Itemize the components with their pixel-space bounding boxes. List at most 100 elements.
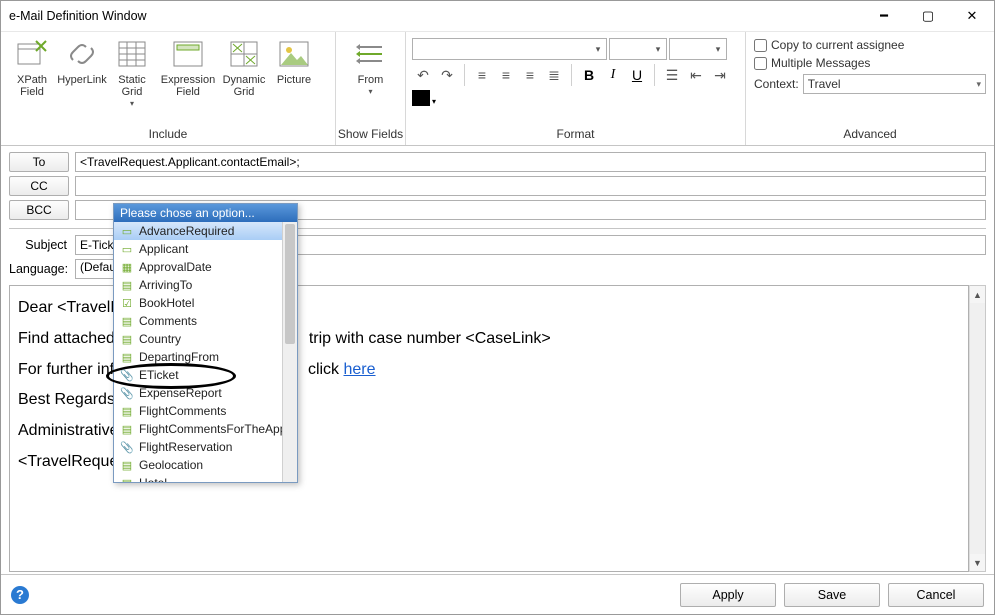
expression-field-label: Expression Field — [161, 74, 215, 98]
bullet-list-button[interactable]: ☰ — [661, 64, 683, 86]
italic-button[interactable]: I — [602, 64, 624, 86]
picture-button[interactable]: Picture — [269, 36, 319, 86]
font-family-combo[interactable]: ▾ — [412, 38, 607, 60]
align-left-button[interactable]: ≡ — [471, 64, 493, 86]
editor-scrollbar[interactable]: ▲ ▼ — [969, 285, 986, 572]
popup-item-label: Country — [139, 332, 181, 346]
cancel-button[interactable]: Cancel — [888, 583, 984, 607]
xpath-field-button[interactable]: XPath Field — [7, 36, 57, 98]
popup-item-label: Comments — [139, 314, 197, 328]
popup-item-advancerequired[interactable]: ▭AdvanceRequired — [114, 222, 297, 240]
align-center-button[interactable]: ≡ — [495, 64, 517, 86]
include-group-label: Include — [1, 124, 335, 145]
popup-item-label: BookHotel — [139, 296, 194, 310]
align-right-button[interactable]: ≡ — [519, 64, 541, 86]
popup-item-flightcommentsfortheappl[interactable]: ▤ FlightCommentsForTheAppl — [114, 420, 297, 438]
underline-button[interactable]: U — [626, 64, 648, 86]
to-button[interactable]: To — [9, 152, 69, 172]
autocomplete-popup: Please chose an option... ▭AdvanceRequir… — [113, 203, 298, 483]
picture-label: Picture — [277, 74, 311, 86]
chevron-down-icon: ▾ — [430, 97, 438, 106]
expression-field-button[interactable]: Expression Field — [157, 36, 219, 98]
save-button[interactable]: Save — [784, 583, 880, 607]
dynamic-grid-button[interactable]: Dynamic Grid — [219, 36, 269, 98]
popup-item-arrivingto[interactable]: ▤ArrivingTo — [114, 276, 297, 294]
popup-item-flightcomments[interactable]: ▤FlightComments — [114, 402, 297, 420]
popup-item-approvaldate[interactable]: ▦ApprovalDate — [114, 258, 297, 276]
cc-button[interactable]: CC — [9, 176, 69, 196]
popup-item-label: Hotel — [139, 476, 167, 482]
dynamic-grid-label: Dynamic Grid — [223, 74, 266, 98]
popup-scrollbar[interactable] — [282, 222, 297, 482]
indent-button[interactable]: ⇥ — [709, 64, 731, 86]
scroll-up-icon[interactable]: ▲ — [970, 286, 985, 303]
hyperlink-icon — [66, 38, 98, 70]
context-label: Context: — [754, 77, 799, 91]
outdent-button[interactable]: ⇤ — [685, 64, 707, 86]
hyperlink-label: HyperLink — [57, 74, 107, 86]
color-swatch-icon — [412, 90, 430, 106]
popup-item-label: DepartingFrom — [139, 350, 219, 364]
field-icon: ▤ — [120, 458, 134, 472]
popup-item-hotel[interactable]: ▤ Hotel — [114, 474, 297, 482]
copy-assignee-checkbox[interactable]: Copy to current assignee — [754, 36, 986, 54]
dynamic-grid-icon — [228, 38, 260, 70]
popup-item-bookhotel[interactable]: ☑BookHotel — [114, 294, 297, 312]
field-icon: ▭ — [120, 224, 134, 238]
popup-item-expensereport[interactable]: 📎ExpenseReport — [114, 384, 297, 402]
from-icon — [355, 38, 387, 70]
popup-item-flightreservation[interactable]: 📎FlightReservation — [114, 438, 297, 456]
chevron-down-icon: ▾ — [650, 44, 666, 55]
static-grid-label: Static Grid — [118, 74, 146, 98]
apply-button[interactable]: Apply — [680, 583, 776, 607]
popup-item-label: Geolocation — [139, 458, 203, 472]
picture-icon — [278, 38, 310, 70]
undo-button[interactable]: ↶ — [412, 64, 434, 86]
to-input[interactable] — [75, 152, 986, 172]
from-label: From — [358, 74, 384, 86]
expression-field-icon — [172, 38, 204, 70]
here-link[interactable]: here — [344, 361, 376, 378]
redo-button[interactable]: ↷ — [436, 64, 458, 86]
hyperlink-button[interactable]: HyperLink — [57, 36, 107, 86]
popup-header: Please chose an option... — [114, 204, 297, 222]
popup-item-eticket[interactable]: 📎ETicket — [114, 366, 297, 384]
font-size-combo[interactable]: ▾ — [609, 38, 667, 60]
field-icon: ▤ — [120, 314, 134, 328]
popup-item-geolocation[interactable]: ▤ Geolocation — [114, 456, 297, 474]
show-fields-group-label: Show Fields — [336, 124, 405, 145]
minimize-button[interactable]: ━ — [862, 1, 906, 31]
bold-button[interactable]: B — [578, 64, 600, 86]
cc-input[interactable] — [75, 176, 986, 196]
attachment-icon: 📎 — [120, 440, 134, 454]
field-icon: ▤ — [120, 476, 134, 482]
scroll-down-icon[interactable]: ▼ — [970, 554, 985, 571]
popup-item-comments[interactable]: ▤ Comments — [114, 312, 297, 330]
from-button[interactable]: From ▾ — [346, 36, 396, 97]
popup-item-label: Applicant — [139, 242, 188, 256]
popup-item-applicant[interactable]: ▭ Applicant — [114, 240, 297, 258]
popup-item-label: FlightCommentsForTheAppl — [139, 422, 289, 436]
static-grid-button[interactable]: Static Grid ▾ — [107, 36, 157, 109]
popup-item-country[interactable]: ▤ Country — [114, 330, 297, 348]
help-icon[interactable]: ? — [11, 586, 29, 604]
bcc-button[interactable]: BCC — [9, 200, 69, 220]
format-group-label: Format — [406, 124, 745, 145]
popup-item-label: ExpenseReport — [139, 386, 222, 400]
maximize-button[interactable]: ▢ — [906, 1, 950, 31]
field-icon: ▭ — [120, 242, 134, 256]
context-select[interactable]: Travel — [803, 74, 986, 94]
popup-item-label: FlightComments — [139, 404, 226, 418]
popup-item-departingfrom[interactable]: ▤DepartingFrom — [114, 348, 297, 366]
popup-item-label: ETicket — [139, 368, 179, 382]
xpath-field-icon — [16, 38, 48, 70]
align-justify-button[interactable]: ≣ — [543, 64, 565, 86]
field-icon: ▤ — [120, 422, 134, 436]
popup-item-label: ApprovalDate — [139, 260, 212, 274]
close-button[interactable]: ✕ — [950, 1, 994, 31]
ribbon: XPath Field HyperLink Static Grid ▾ — [1, 31, 994, 146]
spacing-combo[interactable]: ▾ — [669, 38, 727, 60]
field-icon: ▤ — [120, 332, 134, 346]
multiple-messages-checkbox[interactable]: Multiple Messages — [754, 54, 986, 72]
font-color-button[interactable]: ▾ — [412, 90, 438, 106]
